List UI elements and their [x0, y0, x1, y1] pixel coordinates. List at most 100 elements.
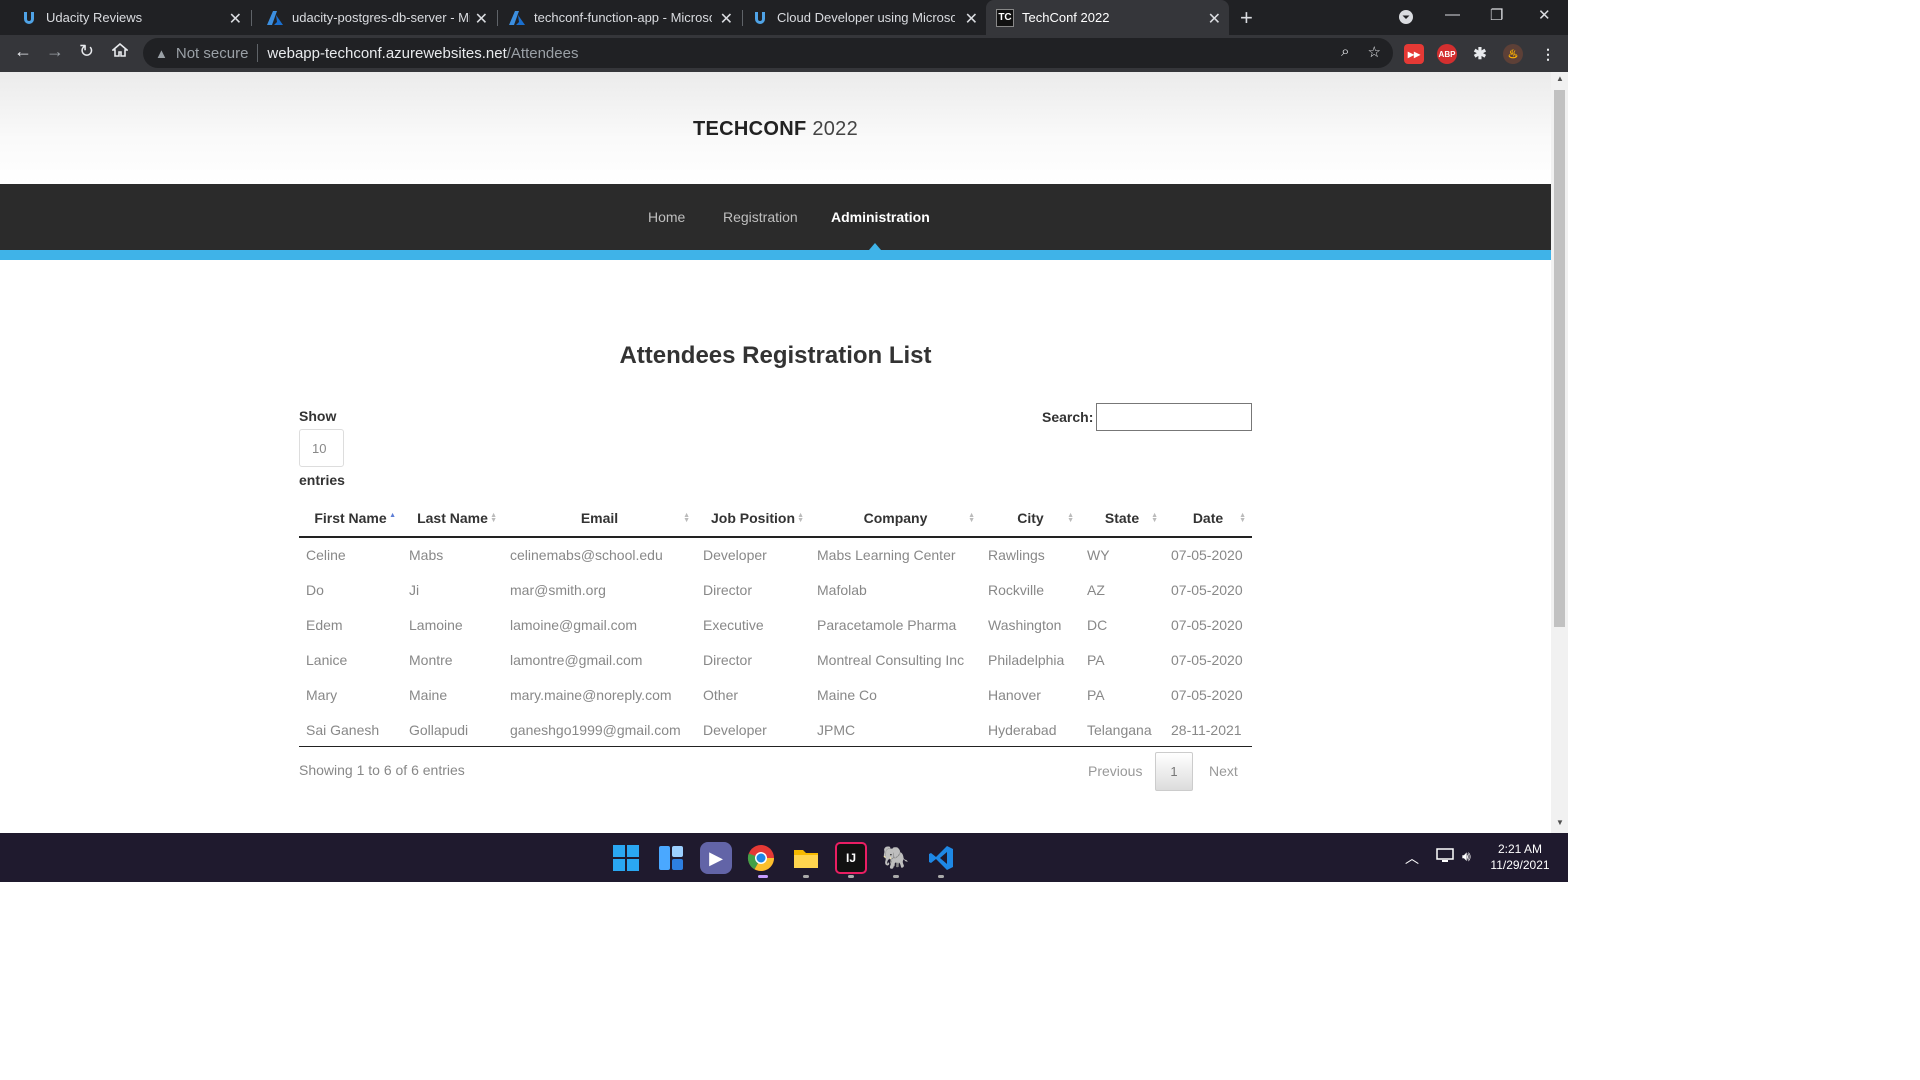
close-tab-icon[interactable]: ✕: [475, 9, 488, 29]
column-header-job-position[interactable]: Job Position ▲ ▼: [696, 500, 810, 538]
close-window-icon[interactable]: ✕: [1538, 6, 1551, 24]
tab-techconf[interactable]: TC TechConf 2022 ✕: [986, 0, 1229, 35]
cell-email: celinemabs@school.edu: [510, 547, 663, 563]
cell-last-name: Ji: [409, 581, 420, 598]
close-tab-icon[interactable]: ✕: [1208, 9, 1221, 29]
address-bar[interactable]: ▲ Not secure webapp-techconf.azurewebsit…: [143, 38, 1393, 68]
search-input[interactable]: [1096, 403, 1252, 431]
column-header-email[interactable]: Email ▲ ▼: [503, 500, 696, 538]
reload-icon[interactable]: ↻: [79, 41, 94, 62]
new-tab-icon[interactable]: +: [1240, 5, 1253, 31]
show-hidden-icons-chevron-icon[interactable]: ︿: [1405, 848, 1419, 868]
cell-email: ganeshgo1999@gmail.com: [510, 721, 681, 738]
youtube-extension-icon[interactable]: ▶▶: [1404, 44, 1424, 64]
pagination-previous[interactable]: Previous: [1088, 763, 1142, 779]
pgadmin-elephant-icon[interactable]: 🐘: [880, 842, 912, 874]
table-row: Lanice Montre lamontre@gmail.com Director Mo…: [299, 642, 1252, 677]
main-nav: Home Registration Administration: [0, 184, 1551, 250]
pagination-next[interactable]: Next: [1209, 763, 1238, 779]
chrome-icon[interactable]: [745, 842, 777, 874]
minimize-icon[interactable]: —: [1445, 6, 1460, 23]
web-page: TECHCONF 2022 Home Registration Administ…: [0, 72, 1551, 833]
table-header-row: First Name ▲ Last Name ▲ ▼ Email ▲ ▼ Job Posi…: [299, 500, 1252, 538]
cell-company: Montreal Consulting Inc: [817, 651, 965, 668]
close-tab-icon[interactable]: ✕: [720, 9, 733, 29]
volume-icon[interactable]: 🔊︎: [1462, 848, 1471, 865]
page-length-select[interactable]: 10: [299, 429, 344, 467]
cell-last-name: Gollapudi: [409, 721, 469, 738]
menu-kebab-icon[interactable]: ⋮: [1538, 44, 1558, 64]
forward-icon[interactable]: →: [46, 41, 64, 62]
back-icon[interactable]: ←: [14, 41, 32, 62]
site-brand[interactable]: TECHCONF 2022: [0, 118, 1551, 141]
adblock-plus-icon[interactable]: ABP: [1437, 44, 1457, 64]
column-header-state[interactable]: State ▲ ▼: [1080, 500, 1164, 538]
sort-icon: ▲ ▼: [683, 512, 690, 524]
cell-last-name: Mabs: [409, 547, 444, 563]
teams-chat-icon[interactable]: ▶: [700, 842, 732, 874]
page-scrollbar[interactable]: ▲ ▼: [1551, 72, 1568, 833]
nav-registration[interactable]: Registration: [723, 209, 798, 225]
tab-udacity-reviews[interactable]: Udacity Reviews ✕: [0, 0, 250, 35]
cell-date: 07-05-2020: [1171, 686, 1243, 703]
nav-administration[interactable]: Administration: [831, 209, 930, 225]
nav-home[interactable]: Home: [648, 209, 685, 225]
cell-last-name: Montre: [409, 651, 453, 668]
tab-postgres-db[interactable]: udacity-postgres-db-server - Mic ✕: [252, 0, 496, 35]
cell-state: DC: [1087, 616, 1108, 633]
cell-city: Rawlings: [988, 547, 1045, 563]
pagination-page-1[interactable]: 1: [1155, 752, 1193, 791]
tab-function-app[interactable]: techconf-function-app - Microso ✕: [498, 0, 741, 35]
table-row: Do Ji mar@smith.org Director Mafolab Rockvill…: [299, 572, 1252, 607]
zoom-icon[interactable]: ⌕: [1341, 43, 1349, 61]
intellij-icon[interactable]: IJ: [835, 842, 867, 874]
extensions-puzzle-icon[interactable]: ✱: [1470, 44, 1490, 64]
scrollbar-thumb[interactable]: [1554, 90, 1565, 627]
profile-avatar[interactable]: ♨: [1503, 44, 1523, 64]
cell-state: WY: [1087, 547, 1110, 563]
table-row: Sai Ganesh Gollapudi ganeshgo1999@gmail.co…: [299, 712, 1252, 747]
table-bottom-border: [299, 746, 1252, 747]
close-tab-icon[interactable]: ✕: [965, 9, 978, 29]
column-header-last-name[interactable]: Last Name ▲ ▼: [402, 500, 503, 538]
cell-date: 07-05-2020: [1171, 581, 1243, 598]
cell-job-position: Developer: [703, 721, 767, 738]
cell-job-position: Executive: [703, 616, 764, 633]
cell-city: Hanover: [988, 686, 1041, 703]
bookmark-star-icon[interactable]: ☆: [1368, 43, 1381, 61]
network-icon[interactable]: [1436, 848, 1454, 867]
scroll-down-icon[interactable]: ▼: [1556, 818, 1564, 827]
warning-icon[interactable]: ▲: [155, 46, 168, 61]
file-explorer-icon[interactable]: [790, 842, 822, 874]
column-header-city[interactable]: City ▲ ▼: [981, 500, 1080, 538]
cell-job-position: Other: [703, 686, 739, 703]
scroll-up-icon[interactable]: ▲: [1556, 74, 1564, 83]
windows-start-icon[interactable]: [610, 842, 642, 874]
page-title: Attendees Registration List: [619, 342, 932, 369]
search-label: Search:: [1042, 409, 1094, 425]
home-icon[interactable]: [110, 42, 130, 63]
restore-icon[interactable]: ❐: [1490, 6, 1503, 24]
cell-company: JPMC: [817, 721, 856, 738]
system-clock[interactable]: 2:21 AM 11/29/2021: [1480, 841, 1560, 873]
cell-state: PA: [1087, 686, 1105, 703]
column-header-company[interactable]: Company ▲ ▼: [810, 500, 981, 538]
tab-cloud-developer[interactable]: Cloud Developer using Microsoft ✕: [743, 0, 986, 35]
cell-city: Hyderabad: [988, 721, 1057, 738]
table-row: Celine Mabs celinemabs@school.edu Developer…: [299, 537, 1252, 572]
site-header: TECHCONF 2022: [0, 72, 1551, 184]
cell-date: 07-05-2020: [1171, 547, 1243, 563]
cell-company: Mafolab: [817, 581, 867, 598]
cell-email: lamoine@gmail.com: [510, 616, 638, 633]
tab-search-icon[interactable]: [1398, 9, 1414, 29]
close-tab-icon[interactable]: ✕: [229, 9, 242, 29]
azure-icon: [508, 9, 526, 27]
cell-first-name: Lanice: [306, 651, 348, 668]
column-header-first-name[interactable]: First Name ▲: [299, 500, 402, 538]
column-header-date[interactable]: Date ▲ ▼: [1164, 500, 1252, 538]
widgets-icon[interactable]: [655, 842, 687, 874]
cell-date: 07-05-2020: [1171, 616, 1243, 633]
vscode-icon[interactable]: [925, 842, 957, 874]
udacity-icon: [20, 9, 38, 27]
cell-state: AZ: [1087, 581, 1105, 598]
